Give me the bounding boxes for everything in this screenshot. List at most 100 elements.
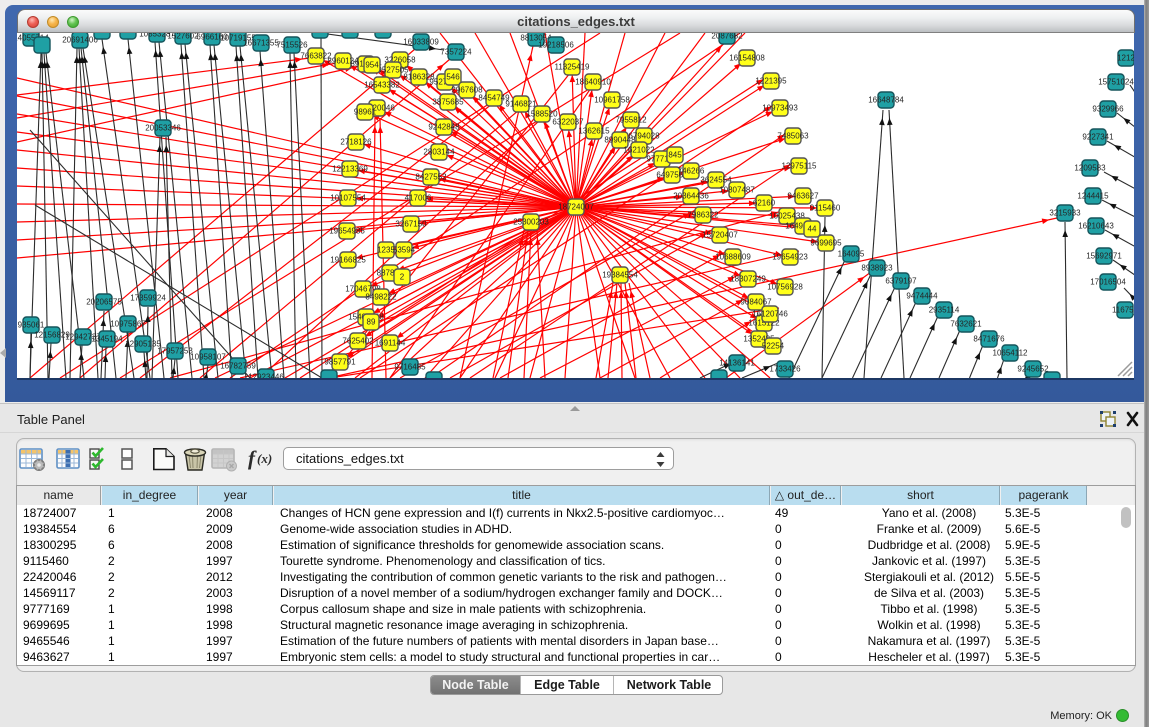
svg-text:17957253: 17957253 [157, 347, 193, 356]
svg-text:1691144: 1691144 [375, 339, 406, 348]
svg-text:1345194: 1345194 [91, 335, 123, 344]
svg-text:10973493: 10973493 [762, 104, 798, 113]
svg-text:20691406: 20691406 [62, 36, 98, 45]
svg-text:6322037: 6322037 [552, 118, 584, 127]
svg-text:7986322: 7986322 [687, 211, 719, 220]
svg-text:2935114: 2935114 [929, 306, 960, 315]
svg-text:20206575: 20206575 [86, 298, 122, 307]
svg-text:62160: 62160 [753, 199, 776, 208]
svg-text:7485063: 7485063 [777, 132, 809, 141]
svg-text:3624554: 3624554 [700, 176, 732, 185]
svg-text:164095: 164095 [838, 250, 865, 259]
svg-text:18640910: 18640910 [575, 78, 611, 87]
svg-text:9329966: 9329966 [1092, 105, 1124, 114]
svg-text:19654923: 19654923 [772, 253, 808, 262]
svg-text:10975867: 10975867 [110, 320, 146, 329]
svg-text:10654112: 10654112 [993, 349, 1029, 358]
svg-text:954: 954 [365, 61, 379, 70]
svg-text:12213369: 12213369 [332, 165, 368, 174]
svg-text:8498222: 8498222 [365, 293, 397, 302]
svg-text:17359924: 17359924 [130, 294, 166, 303]
svg-text:19218506: 19218506 [538, 41, 574, 50]
svg-text:53594: 53594 [393, 246, 416, 255]
svg-text:9242848: 9242848 [428, 123, 460, 132]
svg-text:18724007: 18724007 [558, 203, 594, 212]
svg-text:19166825: 19166825 [330, 256, 366, 265]
svg-text:7632621: 7632621 [950, 320, 982, 329]
svg-text:9463627: 9463627 [787, 192, 819, 201]
svg-text:15720407: 15720407 [702, 231, 738, 240]
svg-text:11325419: 11325419 [555, 63, 591, 72]
svg-text:8427552: 8427552 [415, 173, 447, 182]
svg-text:10958107: 10958107 [190, 353, 226, 362]
svg-text:10107554: 10107554 [330, 194, 366, 203]
svg-text:12975115: 12975115 [782, 162, 818, 171]
svg-text:1221395: 1221395 [755, 77, 787, 86]
svg-text:1527602: 1527602 [167, 33, 199, 41]
svg-text:16210643: 16210643 [1078, 222, 1114, 231]
svg-text:10961758: 10961758 [594, 96, 630, 105]
svg-text:19384554: 19384554 [602, 271, 638, 280]
svg-text:7515526: 7515526 [276, 41, 308, 50]
svg-text:44: 44 [808, 225, 817, 234]
svg-text:6794028: 6794028 [628, 132, 660, 141]
svg-text:7625402: 7625402 [342, 337, 374, 346]
svg-text:9716485: 9716485 [394, 363, 426, 372]
svg-text:18307249: 18307249 [730, 275, 766, 284]
svg-text:3215933: 3215933 [1049, 209, 1081, 218]
svg-text:2803144: 2803144 [423, 148, 455, 157]
svg-text:9245652: 9245652 [1017, 365, 1049, 374]
svg-text:8938923: 8938923 [861, 264, 893, 273]
svg-text:17016504: 17016504 [1090, 278, 1126, 287]
svg-text:20364436: 20364436 [673, 192, 709, 201]
svg-text:116753: 116753 [1112, 306, 1134, 315]
svg-text:16033809: 16033809 [403, 38, 439, 47]
svg-text:9227341: 9227341 [1082, 133, 1114, 142]
svg-text:845: 845 [668, 151, 682, 160]
svg-text:9857791: 9857791 [324, 358, 356, 367]
svg-text:1244415: 1244415 [1077, 192, 1109, 201]
svg-text:15751024: 15751024 [1098, 78, 1134, 87]
svg-text:8471676: 8471676 [973, 335, 1005, 344]
svg-text:9699695: 9699695 [810, 239, 842, 248]
svg-text:16648784: 16648784 [868, 96, 904, 105]
svg-text:f: f [248, 446, 257, 470]
svg-text:16154808: 16154808 [729, 54, 765, 63]
svg-text:1733426: 1733426 [769, 365, 801, 374]
svg-text:2967608: 2967608 [451, 86, 483, 95]
svg-text:15692971: 15692971 [1086, 252, 1122, 261]
svg-text:9474444: 9474444 [906, 292, 938, 301]
svg-text:2087682: 2087682 [711, 33, 743, 41]
svg-text:52254: 52254 [762, 342, 785, 351]
svg-text:9146821: 9146821 [505, 100, 537, 109]
svg-text:9084067: 9084067 [740, 298, 772, 307]
svg-text:7357224: 7357224 [440, 48, 472, 57]
svg-text:2718126: 2718126 [340, 138, 372, 147]
svg-text:16120746: 16120746 [752, 310, 788, 319]
svg-text:7955812: 7955812 [615, 116, 647, 125]
svg-text:(x): (x) [257, 451, 272, 466]
svg-text:98961: 98961 [354, 108, 377, 117]
svg-text:935061: 935061 [18, 321, 45, 330]
svg-text:9115460: 9115460 [810, 204, 841, 213]
svg-text:1209583: 1209583 [1074, 164, 1106, 173]
svg-text:16671355: 16671355 [243, 39, 279, 48]
svg-text:10688609: 10688609 [715, 253, 751, 262]
svg-text:3875685: 3875685 [432, 98, 464, 107]
svg-text:1362615: 1362615 [578, 127, 610, 136]
svg-text:1212: 1212 [1117, 54, 1134, 63]
svg-text:10807487: 10807487 [719, 186, 755, 195]
svg-text:417006: 417006 [405, 194, 432, 203]
svg-text:2: 2 [400, 273, 405, 282]
svg-text:546: 546 [446, 73, 460, 82]
svg-text:19654985: 19654985 [329, 227, 365, 236]
svg-text:20053346: 20053346 [145, 124, 181, 133]
svg-text:16543382: 16543382 [364, 81, 400, 90]
svg-text:25300203: 25300203 [513, 218, 549, 227]
svg-text:14136141: 14136141 [719, 359, 755, 368]
svg-text:16782759: 16782759 [220, 362, 256, 371]
svg-text:10756928: 10756928 [767, 283, 803, 292]
svg-text:12905135: 12905135 [125, 340, 161, 349]
svg-text:3267150: 3267150 [395, 220, 427, 229]
svg-text:1621022: 1621022 [623, 146, 655, 155]
